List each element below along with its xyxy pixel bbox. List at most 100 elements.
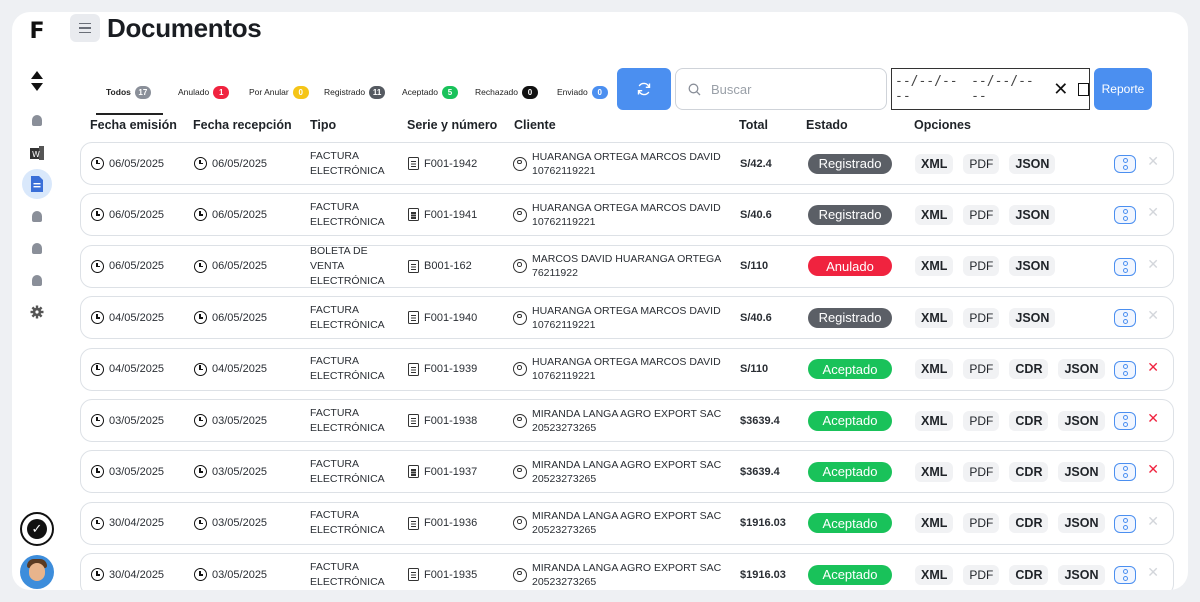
delete-icon[interactable]: ✕ (1147, 411, 1159, 427)
search-input[interactable] (709, 80, 873, 98)
pdf-button[interactable]: PDF (963, 513, 1000, 534)
xml-button[interactable]: XML (915, 461, 954, 482)
sidebar-item-documents[interactable] (22, 169, 52, 199)
sidebar-item-notifications-3[interactable] (22, 233, 52, 263)
refresh-button[interactable] (617, 68, 671, 110)
json-button[interactable]: JSON (1058, 461, 1105, 482)
xml-button[interactable]: XML (915, 204, 954, 225)
total: S/110 (740, 363, 769, 376)
json-button[interactable]: JSON (1058, 513, 1105, 534)
json-button[interactable]: JSON (1009, 204, 1056, 225)
sidebar-item-notifications-4[interactable] (22, 265, 52, 295)
date-from-input[interactable]: --/--/---- (895, 74, 963, 104)
tab-enviado[interactable]: Enviado 0 (557, 74, 608, 110)
cdr-button[interactable]: CDR (1009, 513, 1049, 534)
pdf-button[interactable]: PDF (963, 410, 1000, 431)
cdr-button[interactable]: CDR (1009, 359, 1049, 380)
check-button[interactable]: ✓ (20, 512, 54, 546)
tab-por-anular[interactable]: Por Anular 0 (249, 74, 309, 110)
more-options-button[interactable] (1114, 257, 1136, 276)
table-row[interactable]: 06/05/2025 06/05/2025 FACTURA ELECTRÓNICA F… (80, 142, 1174, 185)
clear-dates-icon[interactable]: ✕ (1053, 79, 1068, 100)
status-badge: Registrado (808, 153, 892, 174)
cdr-button[interactable]: CDR (1009, 461, 1049, 482)
table-row[interactable]: 06/05/2025 06/05/2025 BOLETA DE VENTA ELEC… (80, 244, 1174, 288)
fecha-emision: 04/05/2025 (109, 311, 165, 324)
json-button[interactable]: JSON (1058, 410, 1105, 431)
search-box[interactable] (675, 68, 887, 110)
json-button[interactable]: JSON (1009, 153, 1056, 174)
cdr-button[interactable]: CDR (1009, 564, 1049, 585)
more-options-button[interactable] (1114, 463, 1136, 482)
refresh-icon (637, 82, 651, 96)
page-title: Documentos (107, 13, 262, 43)
table-row[interactable]: 04/05/2025 04/05/2025 FACTURA ELECTRÓNICA F… (80, 347, 1174, 391)
col-estado[interactable]: Estado (806, 118, 848, 132)
pdf-button[interactable]: PDF (963, 307, 1000, 328)
delete-icon: ✕ (1147, 308, 1159, 325)
tab-rechazado[interactable]: Rechazado 0 (475, 74, 539, 110)
calendar-icon[interactable] (1078, 82, 1090, 96)
xml-button[interactable]: XML (915, 307, 954, 328)
more-options-button[interactable] (1114, 206, 1136, 225)
table-row[interactable]: 03/05/2025 03/05/2025 FACTURA ELECTRÓNICA F… (80, 399, 1174, 442)
col-total[interactable]: Total (739, 118, 768, 132)
pdf-button[interactable]: PDF (963, 153, 1000, 174)
col-fecha-recepcion[interactable]: Fecha recepción (193, 118, 292, 132)
fecha-emision: 06/05/2025 (109, 157, 165, 170)
document-icon (408, 568, 419, 582)
pdf-button[interactable]: PDF (963, 204, 1000, 225)
col-cliente[interactable]: Cliente (514, 118, 556, 132)
date-range-filter[interactable]: --/--/---- --/--/---- ✕ (891, 68, 1090, 110)
pdf-button[interactable]: PDF (963, 564, 1000, 585)
delete-icon[interactable]: ✕ (1147, 360, 1159, 376)
tab-aceptado[interactable]: Aceptado 5 (402, 74, 458, 110)
sidebar-item-settings[interactable] (22, 297, 52, 327)
tab-anulado[interactable]: Anulado 1 (178, 74, 230, 110)
xml-button[interactable]: XML (915, 564, 954, 585)
sidebar-item-notifications-1[interactable] (22, 105, 52, 135)
more-options-button[interactable] (1114, 155, 1136, 173)
xml-button[interactable]: XML (915, 256, 954, 277)
json-button[interactable]: JSON (1058, 359, 1105, 380)
json-button[interactable]: JSON (1009, 256, 1056, 277)
tipo: FACTURA ELECTRÓNICA (310, 355, 385, 383)
sidebar-item-office[interactable]: W (22, 138, 52, 168)
avatar[interactable] (20, 555, 54, 589)
pdf-button[interactable]: PDF (963, 359, 1000, 380)
document-icon (408, 259, 419, 273)
sort-toggle[interactable] (22, 66, 52, 96)
table-row[interactable]: 30/04/2025 03/05/2025 FACTURA ELECTRÓNICA F… (80, 501, 1174, 545)
table-row[interactable]: 04/05/2025 06/05/2025 FACTURA ELECTRÓNICA F… (80, 296, 1174, 340)
table-row[interactable]: 03/05/2025 03/05/2025 FACTURA ELECTRÓNICA F… (80, 450, 1174, 494)
menu-button[interactable] (70, 14, 100, 42)
xml-button[interactable]: XML (915, 153, 954, 174)
more-options-button[interactable] (1114, 412, 1136, 430)
cdr-button[interactable]: CDR (1009, 410, 1049, 431)
pdf-button[interactable]: PDF (963, 461, 1000, 482)
fecha-recepcion: 06/05/2025 (212, 311, 268, 324)
sidebar-item-notifications-2[interactable] (22, 201, 52, 231)
delete-icon[interactable]: ✕ (1147, 462, 1159, 478)
table-row[interactable]: 06/05/2025 06/05/2025 FACTURA ELECTRÓNICA F… (80, 193, 1174, 237)
report-button[interactable]: Reporte (1094, 68, 1152, 110)
json-button[interactable]: JSON (1058, 564, 1105, 585)
tab-todos[interactable]: Todos 17 (96, 74, 163, 115)
more-options-button[interactable] (1114, 514, 1136, 533)
table-row[interactable]: 30/04/2025 03/05/2025 FACTURA ELECTRÓNICA F… (80, 553, 1174, 590)
pdf-button[interactable]: PDF (963, 256, 1000, 277)
date-to-input[interactable]: --/--/---- (971, 74, 1039, 104)
col-serie[interactable]: Serie y número (407, 118, 497, 132)
tab-registrado[interactable]: Registrado 11 (324, 74, 386, 110)
app-logo[interactable]: F (22, 16, 52, 46)
json-button[interactable]: JSON (1009, 307, 1056, 328)
col-tipo[interactable]: Tipo (310, 118, 336, 132)
xml-button[interactable]: XML (915, 513, 954, 534)
xml-button[interactable]: XML (915, 359, 954, 380)
col-fecha-emision[interactable]: Fecha emisión (90, 118, 177, 132)
more-options-button[interactable] (1114, 309, 1136, 328)
more-options-button[interactable] (1114, 360, 1136, 379)
xml-button[interactable]: XML (915, 410, 954, 431)
more-options-button[interactable] (1114, 566, 1136, 585)
hamburger-icon (79, 22, 91, 25)
